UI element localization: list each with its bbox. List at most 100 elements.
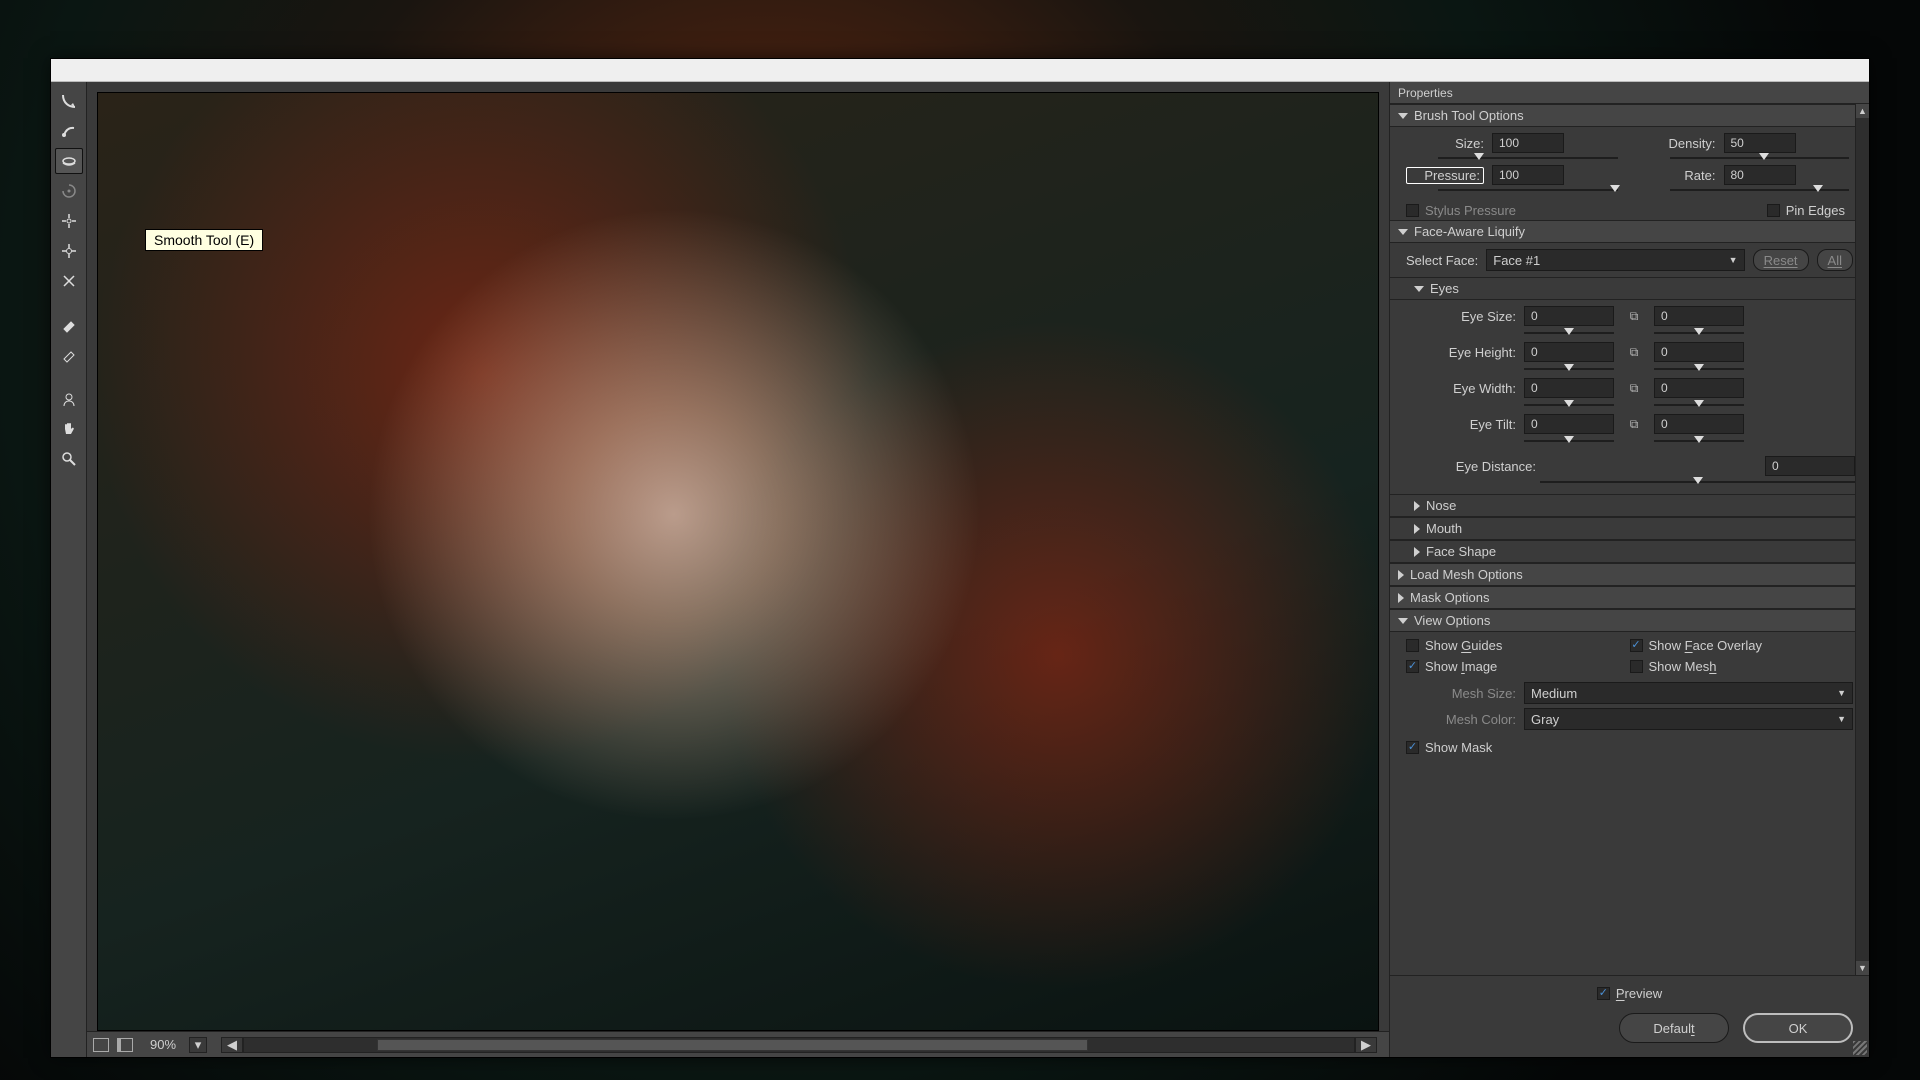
mesh-color-dropdown: Gray▼ bbox=[1524, 708, 1853, 730]
thaw-mask-tool[interactable] bbox=[55, 342, 83, 368]
link-icon[interactable]: ⧉ bbox=[1622, 417, 1646, 432]
stylus-pressure-label: Stylus Pressure bbox=[1425, 203, 1516, 218]
reset-button[interactable]: Reset bbox=[1753, 249, 1809, 271]
face-section-header[interactable]: Face-Aware Liquify bbox=[1390, 220, 1869, 243]
eye-distance-input[interactable]: 0 bbox=[1765, 456, 1855, 476]
pin-edges-checkbox[interactable] bbox=[1767, 204, 1780, 217]
show-mask-checkbox[interactable] bbox=[1406, 741, 1419, 754]
eyes-section-header[interactable]: Eyes bbox=[1390, 277, 1869, 300]
rate-slider[interactable] bbox=[1670, 185, 1850, 197]
pressure-slider[interactable] bbox=[1438, 185, 1618, 197]
show-face-overlay-checkbox[interactable] bbox=[1630, 639, 1643, 652]
eye-height-right-slider[interactable] bbox=[1654, 365, 1744, 373]
eye-tilt-right-slider[interactable] bbox=[1654, 437, 1744, 445]
freeze-mask-tool[interactable] bbox=[55, 312, 83, 338]
show-mesh-checkbox[interactable] bbox=[1630, 660, 1643, 673]
resize-handle[interactable] bbox=[1853, 1041, 1867, 1055]
face-section-title: Face-Aware Liquify bbox=[1414, 224, 1525, 239]
size-label: Size: bbox=[1406, 136, 1484, 151]
faceshape-section-header[interactable]: Face Shape bbox=[1390, 540, 1869, 563]
all-button[interactable]: All bbox=[1817, 249, 1853, 271]
size-slider[interactable] bbox=[1438, 153, 1618, 165]
smooth-tool[interactable] bbox=[55, 148, 83, 174]
reconstruct-tool[interactable] bbox=[55, 118, 83, 144]
eye-distance-slider[interactable] bbox=[1540, 478, 1855, 488]
twirl-tool[interactable] bbox=[55, 178, 83, 204]
eye-tilt-left-input[interactable]: 0 bbox=[1524, 414, 1614, 434]
scroll-down-button[interactable]: ▼ bbox=[1856, 961, 1869, 975]
link-icon[interactable]: ⧉ bbox=[1622, 345, 1646, 360]
show-face-overlay-label: Show Face Overlay bbox=[1649, 638, 1762, 653]
pressure-label: Pressure: bbox=[1406, 167, 1484, 184]
nose-section-header[interactable]: Nose bbox=[1390, 494, 1869, 517]
vertical-scrollbar[interactable]: ▲ ▼ bbox=[1855, 104, 1869, 975]
eye-size-label: Eye Size: bbox=[1416, 309, 1516, 324]
select-face-label: Select Face: bbox=[1406, 253, 1478, 268]
scroll-thumb[interactable] bbox=[377, 1039, 1087, 1051]
disclosure-triangle-icon bbox=[1398, 229, 1408, 235]
density-input[interactable] bbox=[1724, 133, 1796, 153]
disclosure-triangle-icon bbox=[1398, 570, 1404, 580]
scroll-up-button[interactable]: ▲ bbox=[1856, 104, 1869, 118]
size-input[interactable] bbox=[1492, 133, 1564, 153]
chevron-down-icon: ▼ bbox=[1837, 714, 1846, 724]
eye-size-right-input[interactable]: 0 bbox=[1654, 306, 1744, 326]
maskopt-section-header[interactable]: Mask Options bbox=[1390, 586, 1869, 609]
eye-tilt-left-slider[interactable] bbox=[1524, 437, 1614, 445]
show-guides-checkbox[interactable] bbox=[1406, 639, 1419, 652]
layout-icon-1[interactable] bbox=[93, 1038, 109, 1052]
eye-size-right-slider[interactable] bbox=[1654, 329, 1744, 337]
pressure-input[interactable] bbox=[1492, 165, 1564, 185]
eye-width-left-slider[interactable] bbox=[1524, 401, 1614, 409]
show-image-checkbox[interactable] bbox=[1406, 660, 1419, 673]
eye-size-left-slider[interactable] bbox=[1524, 329, 1614, 337]
zoom-dropdown[interactable]: ▾ bbox=[189, 1037, 207, 1053]
tooltip: Smooth Tool (E) bbox=[145, 229, 263, 251]
view-section-header[interactable]: View Options bbox=[1390, 609, 1869, 632]
properties-panel: Properties ▲ ▼ Brush Tool Options Size: bbox=[1389, 82, 1869, 1057]
scroll-left-button[interactable]: ◀ bbox=[221, 1037, 243, 1053]
link-icon[interactable]: ⧉ bbox=[1622, 309, 1646, 324]
eye-width-right-slider[interactable] bbox=[1654, 401, 1744, 409]
bloat-tool[interactable] bbox=[55, 238, 83, 264]
loadmesh-section-header[interactable]: Load Mesh Options bbox=[1390, 563, 1869, 586]
nose-section-title: Nose bbox=[1426, 498, 1456, 513]
pin-edges-label: Pin Edges bbox=[1786, 203, 1845, 218]
disclosure-triangle-icon bbox=[1414, 524, 1420, 534]
rate-input[interactable] bbox=[1724, 165, 1796, 185]
link-icon[interactable]: ⧉ bbox=[1622, 381, 1646, 396]
zoom-value[interactable]: 90% bbox=[141, 1037, 185, 1052]
hand-tool[interactable] bbox=[55, 416, 83, 442]
titlebar[interactable] bbox=[51, 59, 1869, 82]
disclosure-triangle-icon bbox=[1398, 618, 1408, 624]
face-tool[interactable] bbox=[55, 386, 83, 412]
scroll-right-button[interactable]: ▶ bbox=[1355, 1037, 1377, 1053]
pucker-tool[interactable] bbox=[55, 208, 83, 234]
default-button[interactable]: Default bbox=[1619, 1013, 1729, 1043]
body: Smooth Tool (E) 90% ▾ ◀ ▶ bbox=[51, 82, 1869, 1057]
zoom-tool[interactable] bbox=[55, 446, 83, 472]
preview-checkbox[interactable] bbox=[1597, 987, 1610, 1000]
eye-tilt-right-input[interactable]: 0 bbox=[1654, 414, 1744, 434]
density-slider[interactable] bbox=[1670, 153, 1850, 165]
density-label: Density: bbox=[1638, 136, 1716, 151]
push-left-tool[interactable] bbox=[55, 268, 83, 294]
eye-width-right-input[interactable]: 0 bbox=[1654, 378, 1744, 398]
canvas[interactable] bbox=[97, 92, 1379, 1031]
select-face-dropdown[interactable]: Face #1 ▼ bbox=[1486, 249, 1744, 271]
disclosure-triangle-icon bbox=[1414, 286, 1424, 292]
horizontal-scrollbar[interactable]: ◀ ▶ bbox=[221, 1037, 1377, 1053]
eye-width-label: Eye Width: bbox=[1416, 381, 1516, 396]
eye-height-right-input[interactable]: 0 bbox=[1654, 342, 1744, 362]
brush-section-header[interactable]: Brush Tool Options bbox=[1390, 104, 1869, 127]
forward-warp-tool[interactable] bbox=[55, 88, 83, 114]
mouth-section-title: Mouth bbox=[1426, 521, 1462, 536]
layout-icon-2[interactable] bbox=[117, 1038, 133, 1052]
show-mesh-label: Show Mesh bbox=[1649, 659, 1717, 674]
eye-width-left-input[interactable]: 0 bbox=[1524, 378, 1614, 398]
eye-height-left-input[interactable]: 0 bbox=[1524, 342, 1614, 362]
mouth-section-header[interactable]: Mouth bbox=[1390, 517, 1869, 540]
ok-button[interactable]: OK bbox=[1743, 1013, 1853, 1043]
eye-size-left-input[interactable]: 0 bbox=[1524, 306, 1614, 326]
eye-height-left-slider[interactable] bbox=[1524, 365, 1614, 373]
